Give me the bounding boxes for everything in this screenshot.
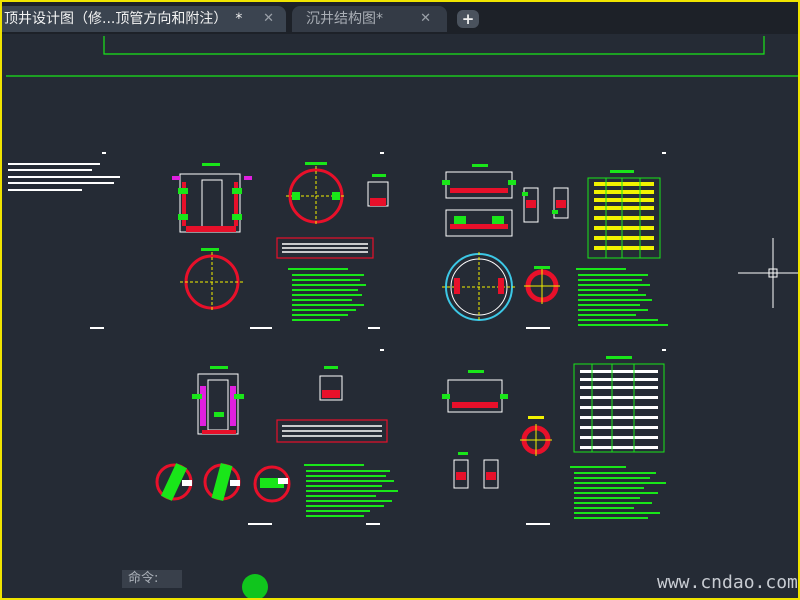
close-icon[interactable]: ✕ [263,6,274,32]
title-frame [6,36,798,77]
tab-label: 沉井结构图* [306,11,383,27]
modified-marker: * [235,11,243,27]
command-line-label[interactable]: 命令: [122,570,182,588]
navigation-ball-icon[interactable] [242,574,268,598]
tab-drawing-active[interactable]: 顶井设计图（修...顶管方向和附注） * ✕ [2,6,286,32]
panel-section-drawing-4 [442,356,666,525]
watermark: www.cndao.com [657,572,798,593]
crosshair-cursor [738,238,798,308]
cad-window: 顶井设计图（修...顶管方向和附注） * ✕ 沉井结构图* ✕ + 命令: ww… [0,0,800,600]
tab-label: 顶井设计图（修...顶管方向和附注） [4,11,228,27]
add-tab-button[interactable]: + [457,10,479,28]
drawing-canvas[interactable] [2,34,798,598]
tab-bar: 顶井设计图（修...顶管方向和附注） * ✕ 沉井结构图* ✕ + [2,2,798,34]
panel-section-drawing-1 [90,162,389,329]
left-text-block [8,163,120,191]
close-icon[interactable]: ✕ [420,6,431,32]
panel-section-drawing-3 [155,366,398,525]
panel-section-drawing-2 [442,164,668,329]
tab-drawing-structure[interactable]: 沉井结构图* ✕ [292,6,447,32]
